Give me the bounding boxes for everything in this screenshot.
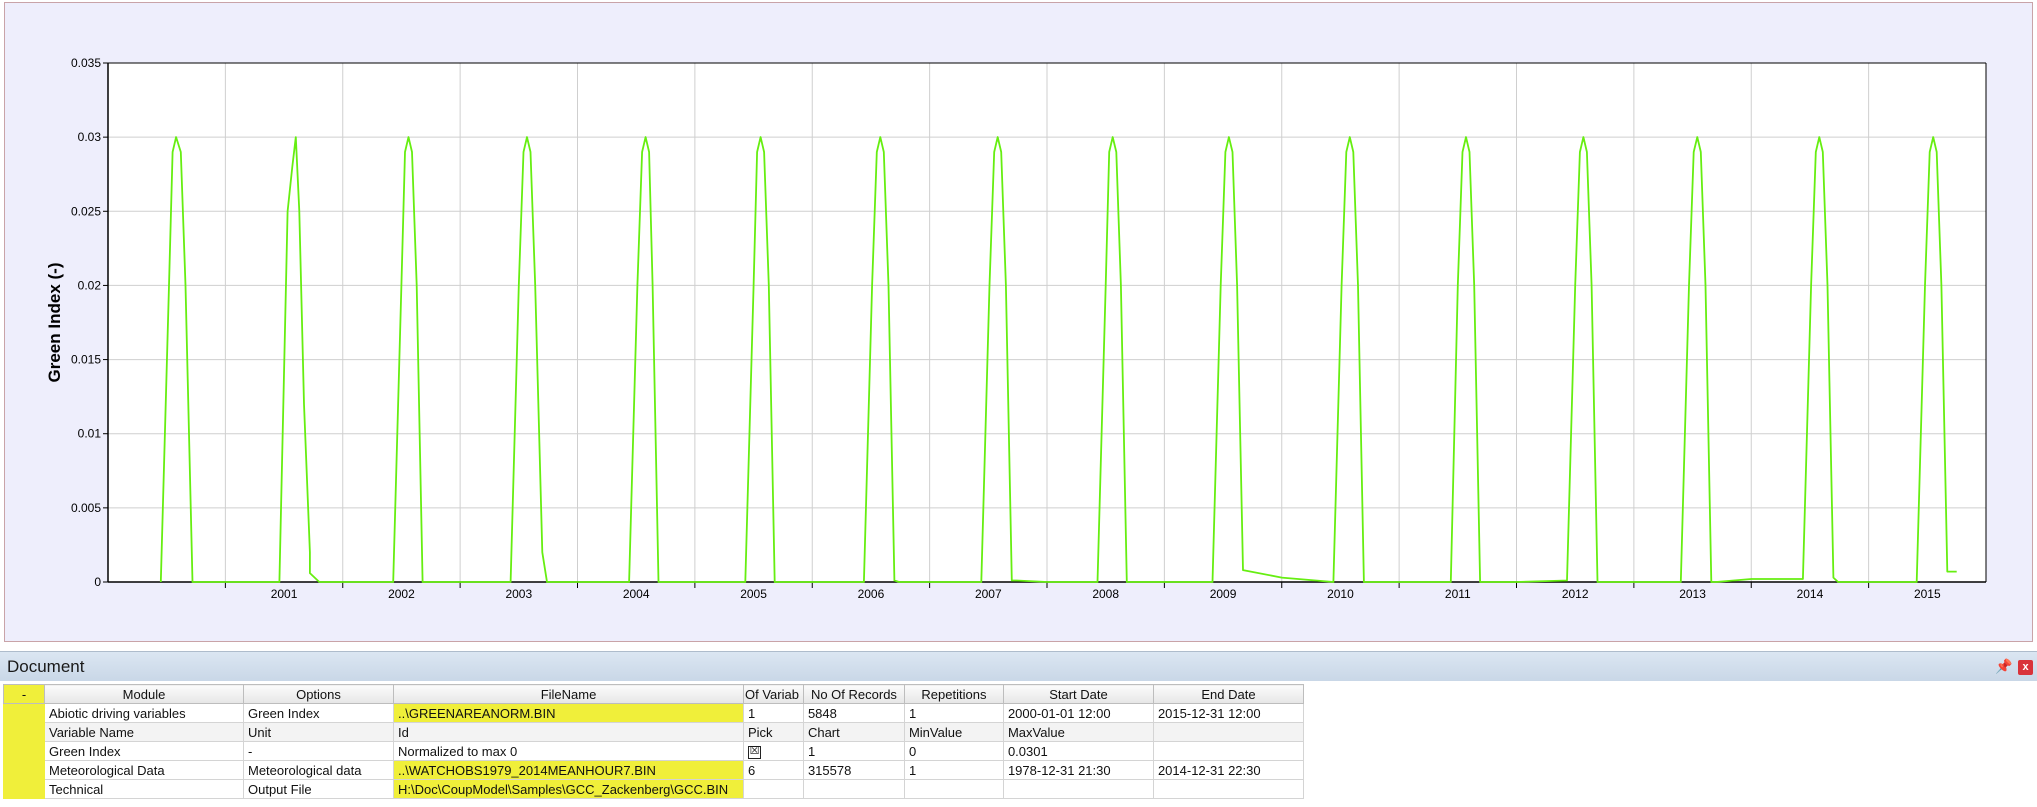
cell-no-of-records[interactable]: 315578	[802, 760, 905, 780]
grid-column-header[interactable]: Options	[243, 684, 394, 704]
x-tick-label: 2014	[1797, 587, 1824, 601]
cell-module[interactable]: Technical	[44, 779, 244, 799]
grid-column-header[interactable]: -	[3, 684, 45, 704]
cell-start-date[interactable]: 1978-12-31 21:30	[1002, 760, 1154, 780]
x-tick-label: 2007	[975, 587, 1002, 601]
x-tick-label: 2008	[1092, 587, 1119, 601]
cell-pick-header: Pick	[743, 722, 804, 742]
y-tick-label: 0.03	[78, 130, 102, 144]
cell-minvalue[interactable]: 0	[903, 741, 1004, 761]
x-tick-label: 2011	[1445, 587, 1471, 601]
cell-of-variables[interactable]: 1	[743, 703, 804, 723]
x-tick-label: 2002	[388, 587, 415, 601]
cell-options[interactable]: Green Index	[243, 703, 394, 723]
cell-id-header: Id	[393, 722, 744, 742]
y-tick-label: 0.01	[78, 427, 102, 441]
row-gutter[interactable]	[3, 722, 45, 742]
cell-repetitions[interactable]: 1	[903, 760, 1004, 780]
table-row[interactable]: Abiotic driving variables Green Index ..…	[3, 703, 1304, 723]
cell-repetitions[interactable]: 1	[903, 703, 1004, 723]
cell-empty	[1152, 741, 1304, 761]
grid-column-header[interactable]: Start Date	[1002, 684, 1154, 704]
cell-start-date[interactable]: 2000-01-01 12:00	[1002, 703, 1154, 723]
x-tick-label: 2006	[858, 587, 885, 601]
grid-column-header[interactable]: Of Variab	[743, 684, 804, 704]
cell-of-variables[interactable]	[743, 779, 804, 799]
x-tick-label: 2013	[1679, 587, 1706, 601]
cell-filename[interactable]: H:\Doc\CoupModel\Samples\GCC_Zackenberg\…	[393, 779, 744, 799]
document-title: Document	[7, 657, 85, 676]
cell-module[interactable]: Abiotic driving variables	[44, 703, 244, 723]
y-tick-label: 0	[94, 575, 101, 589]
row-gutter[interactable]	[3, 760, 45, 780]
table-row[interactable]: Variable Name Unit Id Pick Chart MinValu…	[3, 722, 1304, 742]
row-gutter[interactable]	[3, 703, 45, 723]
cell-no-of-records[interactable]: 5848	[802, 703, 905, 723]
cell-no-of-records[interactable]	[802, 779, 905, 799]
grid-column-header[interactable]: FileName	[393, 684, 744, 704]
table-row[interactable]: Technical Output File H:\Doc\CoupModel\S…	[3, 779, 1304, 799]
cell-unit-header: Unit	[243, 722, 394, 742]
cell-options[interactable]: Meteorological data	[243, 760, 394, 780]
grid-column-header[interactable]: End Date	[1152, 684, 1304, 704]
y-tick-label: 0.005	[71, 501, 101, 515]
cell-maxvalue[interactable]: 0.0301	[1002, 741, 1154, 761]
cell-filename[interactable]: ..\GREENAREANORM.BIN	[393, 703, 744, 723]
y-tick-label: 0.02	[78, 278, 102, 292]
cell-of-variables[interactable]: 6	[743, 760, 804, 780]
pin-icon[interactable]: 📌	[1995, 658, 2012, 674]
grid-column-header[interactable]: No Of Records	[802, 684, 905, 704]
cell-variable-name-header: Variable Name	[44, 722, 244, 742]
cell-module[interactable]: Meteorological Data	[44, 760, 244, 780]
cell-pick[interactable]: ☒	[743, 741, 804, 761]
cell-chart[interactable]: 1	[802, 741, 905, 761]
pick-checkbox[interactable]: ☒	[748, 745, 761, 759]
cell-filename[interactable]: ..\WATCHOBS1979_2014MEANHOUR7.BIN	[393, 760, 744, 780]
document-panel-header: Document 📌 x	[0, 651, 2037, 681]
x-tick-label: 2005	[740, 587, 767, 601]
cell-maxvalue-header: MaxValue	[1002, 722, 1154, 742]
x-tick-label: 2004	[623, 587, 650, 601]
cell-repetitions[interactable]	[903, 779, 1004, 799]
x-tick-label: 2003	[505, 587, 532, 601]
cell-start-date[interactable]	[1002, 779, 1154, 799]
x-tick-label: 2012	[1562, 587, 1589, 601]
grid-header-row: - Module Options FileName Of Variab No O…	[3, 684, 1304, 704]
grid-column-header[interactable]: Repetitions	[903, 684, 1004, 704]
green-index-chart: 0 0.005 0.01 0.015 0.02 0.025 0.03 0.035 2001 200…	[45, 56, 1987, 601]
cell-empty	[1152, 722, 1304, 742]
x-tick-label: 2015	[1914, 587, 1941, 601]
cell-options[interactable]: Output File	[243, 779, 394, 799]
row-gutter[interactable]	[3, 741, 45, 761]
cell-chart-header: Chart	[802, 722, 905, 742]
document-grid: - Module Options FileName Of Variab No O…	[3, 684, 1304, 799]
cell-unit[interactable]: -	[243, 741, 394, 761]
close-icon[interactable]: x	[2018, 660, 2033, 675]
cell-end-date[interactable]	[1152, 779, 1304, 799]
table-row[interactable]: Meteorological Data Meteorological data …	[3, 760, 1304, 780]
y-tick-label: 0.015	[71, 353, 101, 367]
y-axis-label: Green Index (-)	[45, 263, 64, 383]
row-gutter[interactable]	[3, 779, 45, 799]
x-tick-label: 2010	[1327, 587, 1354, 601]
cell-id[interactable]: Normalized to max 0	[393, 741, 744, 761]
table-row[interactable]: Green Index - Normalized to max 0 ☒ 1 0 …	[3, 741, 1304, 761]
cell-variable-name[interactable]: Green Index	[44, 741, 244, 761]
x-tick-label: 2009	[1210, 587, 1237, 601]
y-tick-label: 0.025	[71, 204, 101, 218]
y-tick-label: 0.035	[71, 56, 101, 70]
chart-panel: 0 0.005 0.01 0.015 0.02 0.025 0.03 0.035 2001 200…	[4, 2, 2033, 642]
grid-column-header[interactable]: Module	[44, 684, 244, 704]
cell-end-date[interactable]: 2014-12-31 22:30	[1152, 760, 1304, 780]
x-tick-label: 2001	[271, 587, 298, 601]
cell-end-date[interactable]: 2015-12-31 12:00	[1152, 703, 1304, 723]
cell-minvalue-header: MinValue	[903, 722, 1004, 742]
